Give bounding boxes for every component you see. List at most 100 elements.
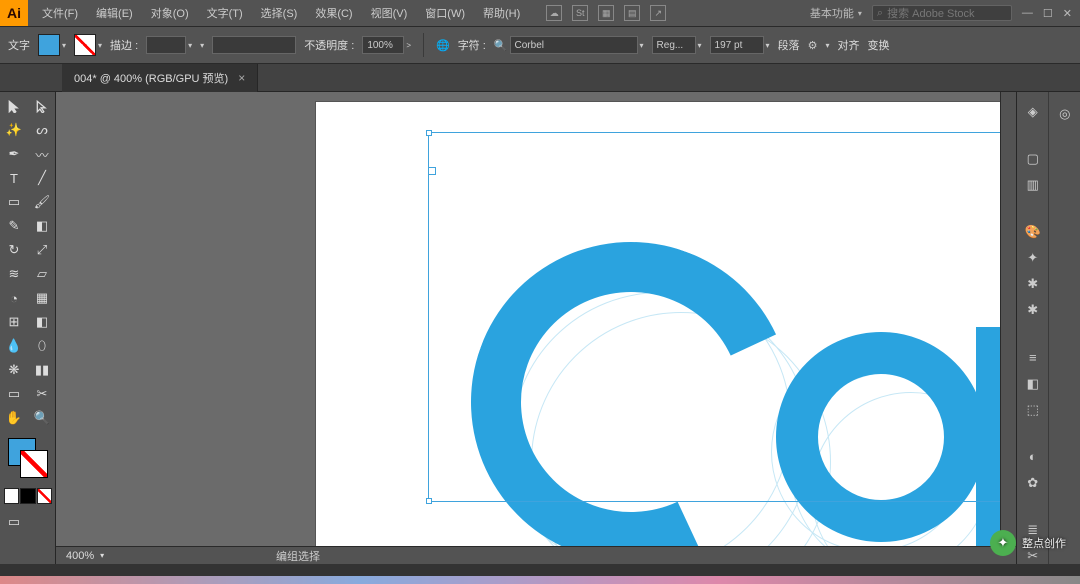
para-panel-icon[interactable]: ⚙ bbox=[808, 39, 818, 52]
graphic-styles-panel-icon[interactable]: ✿ bbox=[1023, 475, 1043, 491]
doc-setup-icon[interactable]: ▤ bbox=[624, 5, 640, 21]
chevron-down-icon: ▾ bbox=[858, 9, 862, 18]
blend-tool[interactable]: ⬯ bbox=[28, 334, 56, 358]
paragraph-label[interactable]: 段落 bbox=[778, 37, 800, 53]
stroke-panel-icon[interactable]: ≡ bbox=[1023, 350, 1043, 366]
column-graph-tool[interactable]: ▮▮ bbox=[28, 358, 56, 382]
font-family-input[interactable] bbox=[510, 36, 638, 54]
scale-tool[interactable]: ⤢ bbox=[28, 238, 56, 262]
chevron-down-icon: ▾ bbox=[98, 41, 102, 50]
gpu-icon[interactable]: ↗ bbox=[650, 5, 666, 21]
zoom-level[interactable]: 400%▾ bbox=[56, 550, 116, 562]
align-label[interactable]: 对齐 bbox=[837, 37, 859, 53]
stock-icon[interactable]: St bbox=[572, 5, 588, 21]
curvature-tool[interactable]: 〰 bbox=[28, 142, 56, 166]
artboard-tool[interactable]: ▭ bbox=[0, 382, 28, 406]
paintbrush-tool[interactable]: 🖌 bbox=[28, 190, 56, 214]
workspace-switcher[interactable]: 基本功能 ▾ bbox=[810, 5, 862, 21]
gradient-tool[interactable]: ◧ bbox=[28, 310, 56, 334]
symbols-panel-icon[interactable]: ✱ bbox=[1023, 302, 1043, 318]
eyedropper-tool[interactable]: 💧 bbox=[0, 334, 28, 358]
close-tab-icon[interactable]: × bbox=[238, 71, 245, 85]
menu-bar: Ai 文件(F) 编辑(E) 对象(O) 文字(T) 选择(S) 效果(C) 视… bbox=[0, 0, 1080, 26]
mesh-tool[interactable]: ⊞ bbox=[0, 310, 28, 334]
cloud-docs-icon[interactable]: ☁ bbox=[546, 5, 562, 21]
menu-edit[interactable]: 编辑(E) bbox=[88, 1, 141, 25]
asset-export-panel-icon[interactable]: ▥ bbox=[1023, 177, 1043, 193]
arrange-icon[interactable]: ▦ bbox=[598, 5, 614, 21]
screen-mode-tool[interactable]: ▭ bbox=[0, 510, 28, 534]
menu-help[interactable]: 帮助(H) bbox=[475, 1, 528, 25]
symbol-sprayer-tool[interactable]: ❋ bbox=[0, 358, 28, 382]
window-close[interactable]: ✕ bbox=[1063, 7, 1072, 20]
stroke-weight[interactable]: ▾ bbox=[146, 36, 192, 54]
libraries-panel-icon[interactable]: ◎ bbox=[1055, 104, 1075, 124]
document-tab[interactable]: 004* @ 400% (RGB/GPU 预览) × bbox=[62, 64, 258, 92]
swatches-panel-icon[interactable]: ✦ bbox=[1023, 250, 1043, 266]
scrollbar-vertical[interactable] bbox=[1000, 92, 1016, 546]
transparency-panel-icon[interactable]: ⬚ bbox=[1023, 402, 1043, 418]
lasso-tool[interactable]: ᔕ bbox=[28, 118, 56, 142]
font-family[interactable]: 🔍▾ bbox=[494, 36, 644, 54]
rectangle-tool[interactable]: ▭ bbox=[0, 190, 28, 214]
artboards-panel-icon[interactable]: ▢ bbox=[1023, 151, 1043, 167]
menu-type[interactable]: 文字(T) bbox=[199, 1, 251, 25]
font-style[interactable]: ▾ bbox=[652, 36, 702, 54]
direct-selection-tool[interactable] bbox=[28, 94, 56, 118]
opacity-input[interactable] bbox=[362, 36, 404, 54]
free-transform-tool[interactable]: ▱ bbox=[28, 262, 56, 286]
stroke-swatch[interactable]: ▾ bbox=[74, 34, 102, 56]
shaper-tool[interactable]: ✎ bbox=[0, 214, 28, 238]
opacity-field[interactable]: > bbox=[362, 36, 411, 54]
gradient-mode-icon[interactable] bbox=[20, 488, 35, 504]
eraser-tool[interactable]: ◧ bbox=[28, 214, 56, 238]
brushes-panel-icon[interactable]: ✱ bbox=[1023, 276, 1043, 292]
vstroke-profile[interactable] bbox=[212, 36, 296, 54]
slice-tool[interactable]: ✂ bbox=[28, 382, 56, 406]
none-mode-icon[interactable] bbox=[37, 488, 52, 504]
window-maximize[interactable]: ☐ bbox=[1043, 7, 1053, 20]
hand-tool[interactable]: ✋ bbox=[0, 406, 28, 430]
chevron-down-icon: ▾ bbox=[825, 41, 829, 50]
perspective-tool[interactable]: ▦ bbox=[28, 286, 56, 310]
menu-object[interactable]: 对象(O) bbox=[143, 1, 197, 25]
rotate-tool[interactable]: ↻ bbox=[0, 238, 28, 262]
type-tool[interactable]: T bbox=[0, 166, 28, 190]
canvas[interactable]: 400%▾ 编组选择 bbox=[56, 92, 1016, 564]
font-size-input[interactable] bbox=[710, 36, 764, 54]
recolor-icon[interactable]: 🌐 bbox=[436, 39, 450, 52]
stock-search[interactable]: ⌕ 搜索 Adobe Stock bbox=[872, 5, 1012, 21]
menu-view[interactable]: 视图(V) bbox=[363, 1, 416, 25]
color-mode-icon[interactable] bbox=[4, 488, 19, 504]
stroke-menu-icon[interactable]: ▾ bbox=[200, 41, 204, 50]
font-size[interactable]: ▾ bbox=[710, 36, 770, 54]
window-minimize[interactable]: — bbox=[1022, 7, 1033, 19]
fill-stroke-control[interactable] bbox=[0, 430, 56, 488]
pen-tool[interactable]: ✒ bbox=[0, 142, 28, 166]
anchor-indicator-icon bbox=[428, 167, 436, 175]
document-tabs: 004* @ 400% (RGB/GPU 预览) × bbox=[0, 64, 1080, 92]
line-tool[interactable]: ╱ bbox=[28, 166, 56, 190]
shape-builder-tool[interactable]: ◔ bbox=[0, 286, 28, 310]
menu-select[interactable]: 选择(S) bbox=[253, 1, 306, 25]
layers-panel-icon[interactable]: ◈ bbox=[1023, 104, 1043, 120]
fill-swatch[interactable]: ▾ bbox=[38, 34, 66, 56]
right-dock-col-b: ◎ bbox=[1048, 92, 1080, 564]
stroke-box-icon[interactable] bbox=[20, 450, 48, 478]
menu-window[interactable]: 窗口(W) bbox=[417, 1, 473, 25]
menu-file[interactable]: 文件(F) bbox=[34, 1, 86, 25]
zoom-tool[interactable]: 🔍 bbox=[28, 406, 56, 430]
font-style-input[interactable] bbox=[652, 36, 696, 54]
letter-o-shape bbox=[776, 332, 986, 542]
width-tool[interactable]: ≋ bbox=[0, 262, 28, 286]
transform-label[interactable]: 变换 bbox=[867, 37, 889, 53]
stroke-weight-input[interactable] bbox=[146, 36, 186, 54]
right-panel-dock: ◈ ▢ ▥ 🎨 ✦ ✱ ✱ ≡ ◧ ⬚ ◐ ✿ ≣ ✂ ◎ bbox=[1016, 92, 1080, 564]
magic-wand-tool[interactable]: ✨ bbox=[0, 118, 28, 142]
menu-effect[interactable]: 效果(C) bbox=[307, 1, 360, 25]
fill-color-icon bbox=[38, 34, 60, 56]
appearance-panel-icon[interactable]: ◐ bbox=[1023, 449, 1043, 465]
selection-tool[interactable] bbox=[0, 94, 28, 118]
gradient-panel-icon[interactable]: ◧ bbox=[1023, 376, 1043, 392]
color-panel-icon[interactable]: 🎨 bbox=[1023, 224, 1043, 240]
